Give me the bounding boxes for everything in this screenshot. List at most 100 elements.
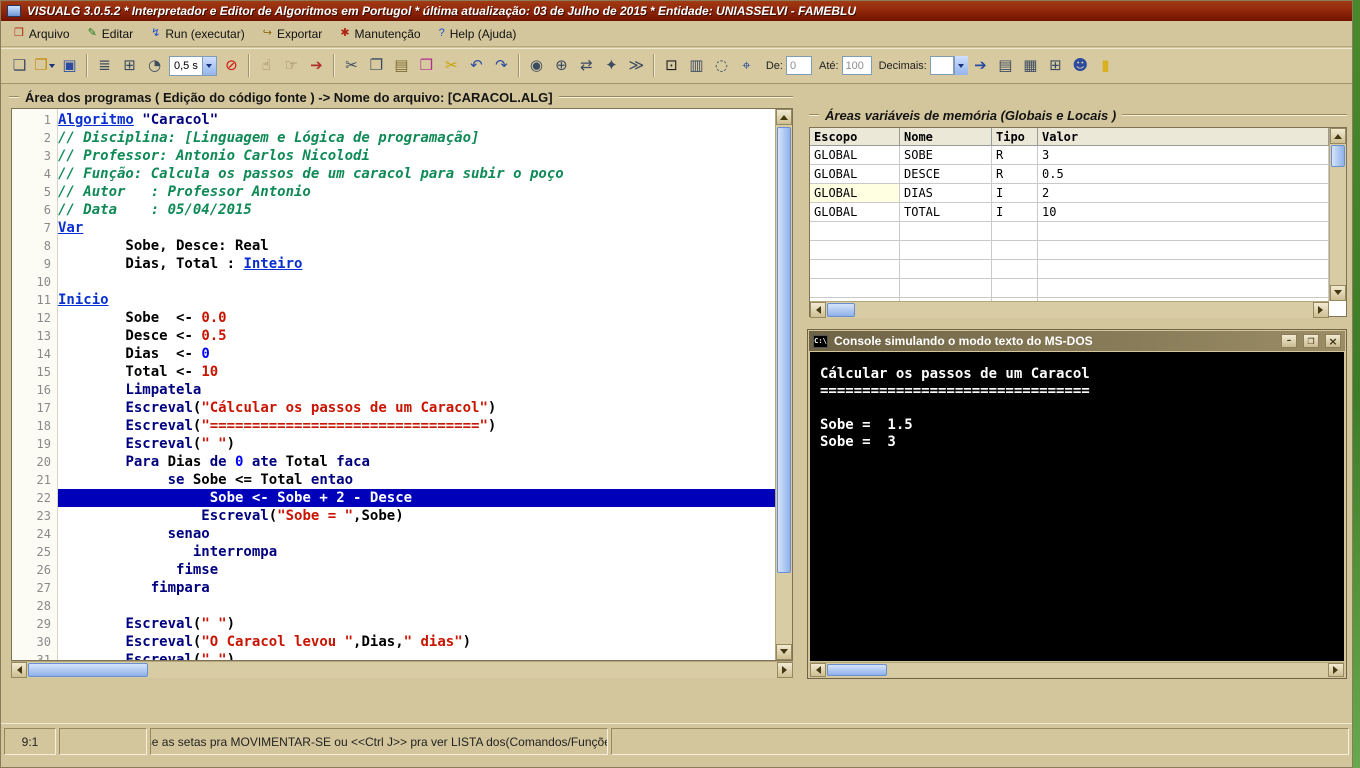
scroll-thumb[interactable] — [28, 663, 148, 677]
scroll-down-button[interactable] — [776, 644, 792, 660]
code-editor[interactable]: 1234567891011121314151617181920212223242… — [11, 108, 793, 661]
toolbar-button-open-file[interactable]: ❐ — [32, 53, 57, 78]
variables-horizontal-scrollbar[interactable] — [810, 301, 1329, 318]
toolbar-button-undo[interactable]: ↶ — [464, 53, 489, 78]
toolbar-button-windows[interactable]: ⊞ — [117, 53, 142, 78]
code-line[interactable]: Dias, Total : Inteiro — [58, 255, 775, 273]
console-close-button[interactable] — [1325, 334, 1341, 348]
code-line[interactable]: fimpara — [58, 579, 775, 597]
toolbar-button-mark[interactable]: ✦ — [599, 53, 624, 78]
variables-vertical-scrollbar[interactable] — [1329, 128, 1346, 301]
code-line[interactable]: Algoritmo "Caracol" — [58, 111, 775, 129]
code-line[interactable]: Escreval("O Caracol levou ",Dias," dias"… — [58, 633, 775, 651]
toolbar-button-run-blue[interactable]: ➔ — [968, 53, 993, 78]
toolbar-button-timer[interactable]: ◔ — [142, 53, 167, 78]
code-line[interactable] — [58, 597, 775, 615]
scroll-left-button[interactable] — [810, 302, 826, 318]
code-line[interactable]: Escreval(" ") — [58, 615, 775, 633]
code-line[interactable]: // Disciplina: [Linguagem e Lógica de pr… — [58, 129, 775, 147]
scroll-thumb[interactable] — [827, 303, 855, 317]
code-line[interactable]: Var — [58, 219, 775, 237]
menu-item-manutencao[interactable]: ✱Manutenção — [331, 23, 429, 45]
code-line[interactable]: // Data : 05/04/2015 — [58, 201, 775, 219]
toolbar-button-run-to-cursor[interactable]: ➔ — [304, 53, 329, 78]
console-maximize-button[interactable] — [1303, 334, 1319, 348]
title-bar[interactable]: VISUALG 3.0.5.2 * Interpretador e Editor… — [1, 1, 1352, 21]
toolbar-button-grid[interactable]: ⊞ — [1043, 53, 1068, 78]
toolbar-button-duplicate[interactable]: ❒ — [414, 53, 439, 78]
toolbar-button-pointer[interactable]: ⌖ — [734, 53, 759, 78]
code-line[interactable]: Para Dias de 0 ate Total faca — [58, 453, 775, 471]
toolbar-button-calculator[interactable]: ▦ — [1018, 53, 1043, 78]
field-decimais-input[interactable] — [930, 56, 954, 75]
scroll-track[interactable] — [27, 662, 777, 678]
scroll-track[interactable] — [826, 663, 1328, 677]
toolbar-button-save[interactable]: ▣ — [57, 53, 82, 78]
menu-item-help[interactable]: ?Help (Ajuda) — [430, 23, 526, 45]
code-line[interactable]: fimse — [58, 561, 775, 579]
menu-item-arquivo[interactable]: ❐Arquivo — [5, 23, 79, 45]
code-line[interactable]: Inicio — [58, 291, 775, 309]
table-row[interactable]: GLOBALDESCER0.5 — [810, 165, 1329, 184]
code-line[interactable]: // Autor : Professor Antonio — [58, 183, 775, 201]
scroll-thumb[interactable] — [777, 127, 791, 573]
editor-horizontal-scrollbar[interactable] — [11, 661, 793, 678]
toolbar-button-replace[interactable]: ⇄ — [574, 53, 599, 78]
toolbar-button-printer[interactable]: ▥ — [684, 53, 709, 78]
code-line[interactable]: Escreval(" ") — [58, 651, 775, 660]
scroll-right-button[interactable] — [1328, 663, 1344, 677]
toolbar-button-delete-block[interactable]: ✂ — [439, 53, 464, 78]
toolbar-button-paste[interactable]: ▤ — [389, 53, 414, 78]
code-line[interactable]: Sobe <- 0.0 — [58, 309, 775, 327]
code-line[interactable]: // Professor: Antonio Carlos Nicolodi — [58, 147, 775, 165]
code-line[interactable] — [58, 273, 775, 291]
scroll-down-button[interactable] — [1330, 285, 1346, 301]
toolbar-button-zoom[interactable]: ◌ — [709, 53, 734, 78]
code-line[interactable]: Escreval(" ") — [58, 435, 775, 453]
scroll-up-button[interactable] — [1330, 128, 1346, 144]
code-line[interactable]: se Sobe <= Total entao — [58, 471, 775, 489]
toolbar-button-dos-screen[interactable]: ⊡ — [659, 53, 684, 78]
menu-item-exportar[interactable]: ↪Exportar — [254, 23, 332, 45]
toolbar-button-stop[interactable]: ⊘ — [219, 53, 244, 78]
field-ate-input[interactable] — [842, 56, 872, 75]
table-row[interactable]: GLOBALTOTALI10 — [810, 203, 1329, 222]
code-line[interactable]: senao — [58, 525, 775, 543]
toolbar-button-find[interactable]: ◉ — [524, 53, 549, 78]
scroll-right-button[interactable] — [1313, 302, 1329, 318]
field-de-input[interactable] — [786, 56, 812, 75]
scroll-left-button[interactable] — [810, 663, 826, 677]
editor-vertical-scrollbar[interactable] — [775, 109, 792, 660]
toolbar-button-find-next[interactable]: ⊕ — [549, 53, 574, 78]
scroll-left-button[interactable] — [11, 662, 27, 678]
scroll-thumb[interactable] — [1331, 145, 1345, 167]
code-line[interactable]: Dias <- 0 — [58, 345, 775, 363]
code-area[interactable]: Algoritmo "Caracol"// Disciplina: [Lingu… — [58, 109, 775, 660]
console-title-bar[interactable]: Console simulando o modo texto do MS-DOS — [809, 331, 1345, 351]
scroll-right-button[interactable] — [777, 662, 793, 678]
code-line[interactable]: Limpatela — [58, 381, 775, 399]
console-minimize-button[interactable] — [1281, 334, 1297, 348]
menu-item-run[interactable]: ↯Run (executar) — [142, 23, 254, 45]
code-line-highlighted[interactable]: Sobe <- Sobe + 2 - Desce — [58, 489, 775, 507]
code-line[interactable]: Escreval("Sobe = ",Sobe) — [58, 507, 775, 525]
scroll-track[interactable] — [776, 125, 792, 644]
scroll-thumb[interactable] — [827, 664, 887, 676]
toolbar-button-pause[interactable]: ☞ — [279, 53, 304, 78]
execution-speed-select[interactable]: 0,5 s — [169, 56, 217, 76]
toolbar-button-copy[interactable]: ❐ — [364, 53, 389, 78]
toolbar-button-step[interactable]: ☝ — [254, 53, 279, 78]
code-line[interactable]: Total <- 10 — [58, 363, 775, 381]
toolbar-button-new-file[interactable]: ❏ — [7, 53, 32, 78]
toolbar-button-cut[interactable]: ✂ — [339, 53, 364, 78]
table-row[interactable]: GLOBALDIASI2 — [810, 184, 1329, 203]
code-line[interactable]: Escreval("==============================… — [58, 417, 775, 435]
scroll-track[interactable] — [1330, 144, 1346, 285]
toolbar-button-exit[interactable]: ▮ — [1093, 53, 1118, 78]
code-line[interactable]: Sobe, Desce: Real — [58, 237, 775, 255]
menu-item-editar[interactable]: ✎Editar — [79, 23, 143, 45]
scroll-track[interactable] — [826, 302, 1313, 318]
toolbar-button-report[interactable]: ▤ — [993, 53, 1018, 78]
code-line[interactable]: Escreval("Cálcular os passos de um Carac… — [58, 399, 775, 417]
field-decimais-dropdown[interactable] — [954, 56, 968, 75]
